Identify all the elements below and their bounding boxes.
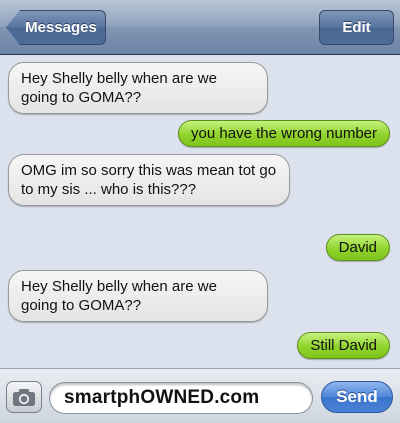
incoming-message: Hey Shelly belly when are we going to GO… xyxy=(8,62,268,114)
send-button-label: Send xyxy=(336,387,378,406)
send-button[interactable]: Send xyxy=(321,381,393,413)
outgoing-message: Still David xyxy=(297,332,390,359)
incoming-message: Hey Shelly belly when are we going to GO… xyxy=(8,270,268,322)
message-field-value: smartphOWNED.com xyxy=(64,387,260,408)
incoming-message: OMG im so sorry this was mean tot go to … xyxy=(8,154,290,206)
conversation-thread[interactable]: Hey Shelly belly when are we going to GO… xyxy=(0,56,400,368)
message-text: David xyxy=(338,239,377,256)
message-text: you have the wrong number xyxy=(191,125,377,142)
navigation-bar: Messages Edit xyxy=(0,0,400,55)
message-text: Still David xyxy=(310,337,377,354)
message-text-field[interactable]: smartphOWNED.com xyxy=(49,382,313,414)
back-button[interactable]: Messages xyxy=(6,10,106,45)
edit-button[interactable]: Edit xyxy=(319,10,394,45)
message-text: Hey Shelly belly when are we going to GO… xyxy=(21,278,217,314)
message-input-bar: smartphOWNED.com Send xyxy=(0,368,400,423)
outgoing-message: David xyxy=(325,234,390,261)
message-text: OMG im so sorry this was mean tot go to … xyxy=(21,162,277,198)
back-button-label: Messages xyxy=(25,19,97,36)
outgoing-message: you have the wrong number xyxy=(178,120,390,147)
message-text: Hey Shelly belly when are we going to GO… xyxy=(21,70,217,106)
camera-button[interactable] xyxy=(6,381,42,413)
camera-icon xyxy=(13,388,35,406)
edit-button-label: Edit xyxy=(342,19,371,36)
